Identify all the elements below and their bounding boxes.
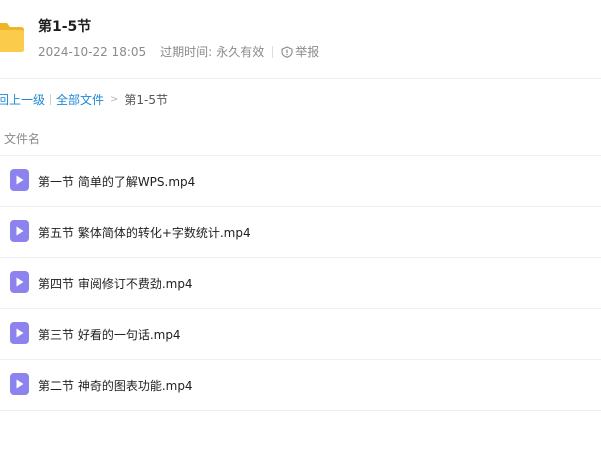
- file-row[interactable]: 第二节 神奇的图表功能.mp4: [0, 360, 601, 411]
- video-file-icon: [10, 322, 29, 344]
- breadcrumb-current: 第1-5节: [124, 93, 169, 107]
- file-row[interactable]: 第一节 简单的了解WPS.mp4: [0, 156, 601, 207]
- file-row[interactable]: 第三节 好看的一句话.mp4: [0, 309, 601, 360]
- file-list: 第一节 简单的了解WPS.mp4 第五节 繁体简体的转化+字数统计.mp4 第四…: [0, 156, 601, 411]
- file-row[interactable]: 第五节 繁体简体的转化+字数统计.mp4: [0, 207, 601, 258]
- report-icon: [281, 45, 293, 58]
- expiry-label: 过期时间:: [160, 45, 213, 59]
- share-meta: 2024-10-22 18:05 过期时间: 永久有效 举报: [38, 43, 319, 60]
- report-label: 举报: [295, 45, 320, 59]
- page-title: 第1-5节: [38, 19, 92, 35]
- share-header: 第1-5节 2024-10-22 18:05 过期时间: 永久有效 举报: [0, 0, 601, 79]
- expiry-value: 永久有效: [216, 45, 265, 59]
- folder-icon: [0, 23, 24, 52]
- file-name[interactable]: 第四节 审阅修订不费劲.mp4: [38, 275, 193, 292]
- report-button[interactable]: 举报: [281, 43, 319, 60]
- file-name[interactable]: 第三节 好看的一句话.mp4: [38, 326, 181, 343]
- video-file-icon: [10, 220, 29, 242]
- breadcrumb-chevron: >: [110, 94, 119, 105]
- share-date: 2024-10-22 18:05: [38, 44, 147, 59]
- file-name[interactable]: 第五节 繁体简体的转化+字数统计.mp4: [38, 224, 251, 241]
- column-header-filename[interactable]: 文件名: [4, 130, 40, 147]
- file-row[interactable]: 第四节 审阅修订不费劲.mp4: [0, 258, 601, 309]
- video-file-icon: [10, 271, 29, 293]
- video-file-icon: [10, 373, 29, 395]
- back-link[interactable]: 回上一级: [0, 91, 45, 108]
- file-name[interactable]: 第二节 神奇的图表功能.mp4: [38, 377, 193, 394]
- meta-divider: [272, 45, 274, 58]
- file-name[interactable]: 第一节 简单的了解WPS.mp4: [38, 173, 195, 190]
- breadcrumb-divider: [50, 94, 52, 105]
- breadcrumb: 回上一级 全部文件 > 第1-5节: [0, 91, 168, 108]
- all-files-link[interactable]: 全部文件: [56, 91, 104, 108]
- video-file-icon: [10, 169, 29, 191]
